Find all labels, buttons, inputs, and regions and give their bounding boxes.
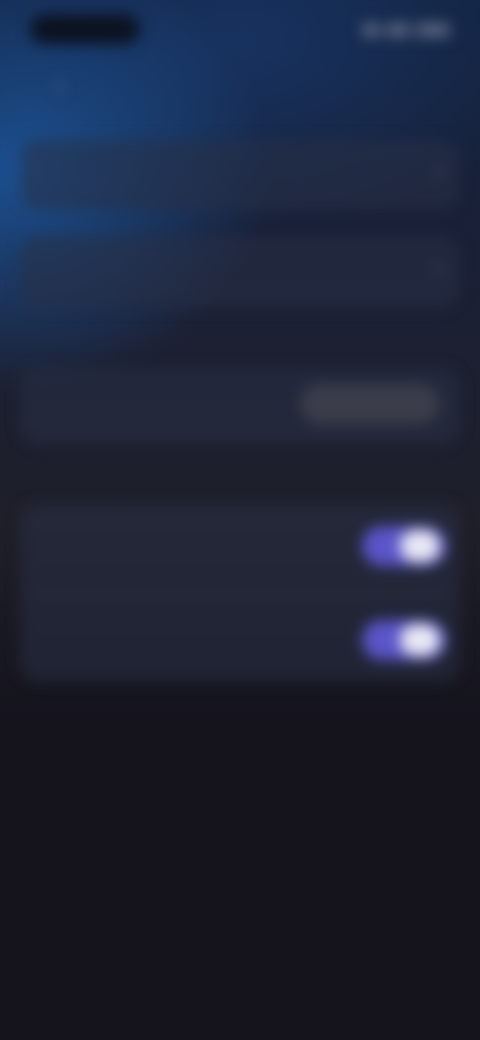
battery-icon bbox=[416, 23, 450, 37]
signal-icon bbox=[362, 23, 380, 37]
wifi-icon bbox=[386, 23, 410, 37]
chevron-right-icon: › bbox=[434, 157, 444, 185]
chevron-left-icon: ‹ bbox=[52, 65, 66, 105]
settings-row-2[interactable] bbox=[20, 236, 460, 308]
chevron-right-icon: › bbox=[434, 255, 444, 283]
toggle-1-switch[interactable] bbox=[362, 526, 446, 566]
settings-row-3-selector[interactable] bbox=[300, 384, 440, 424]
divider bbox=[20, 592, 460, 593]
toggle-2-switch[interactable] bbox=[362, 620, 446, 660]
blurred-screen: ‹ › › bbox=[0, 0, 480, 1040]
status-time bbox=[30, 14, 140, 44]
toggle-2-knob bbox=[400, 624, 440, 656]
page-title bbox=[150, 64, 330, 104]
status-icons bbox=[362, 18, 450, 42]
back-button[interactable]: ‹ bbox=[38, 64, 80, 106]
toggle-1-knob bbox=[400, 530, 440, 562]
settings-row-1[interactable] bbox=[20, 140, 460, 210]
